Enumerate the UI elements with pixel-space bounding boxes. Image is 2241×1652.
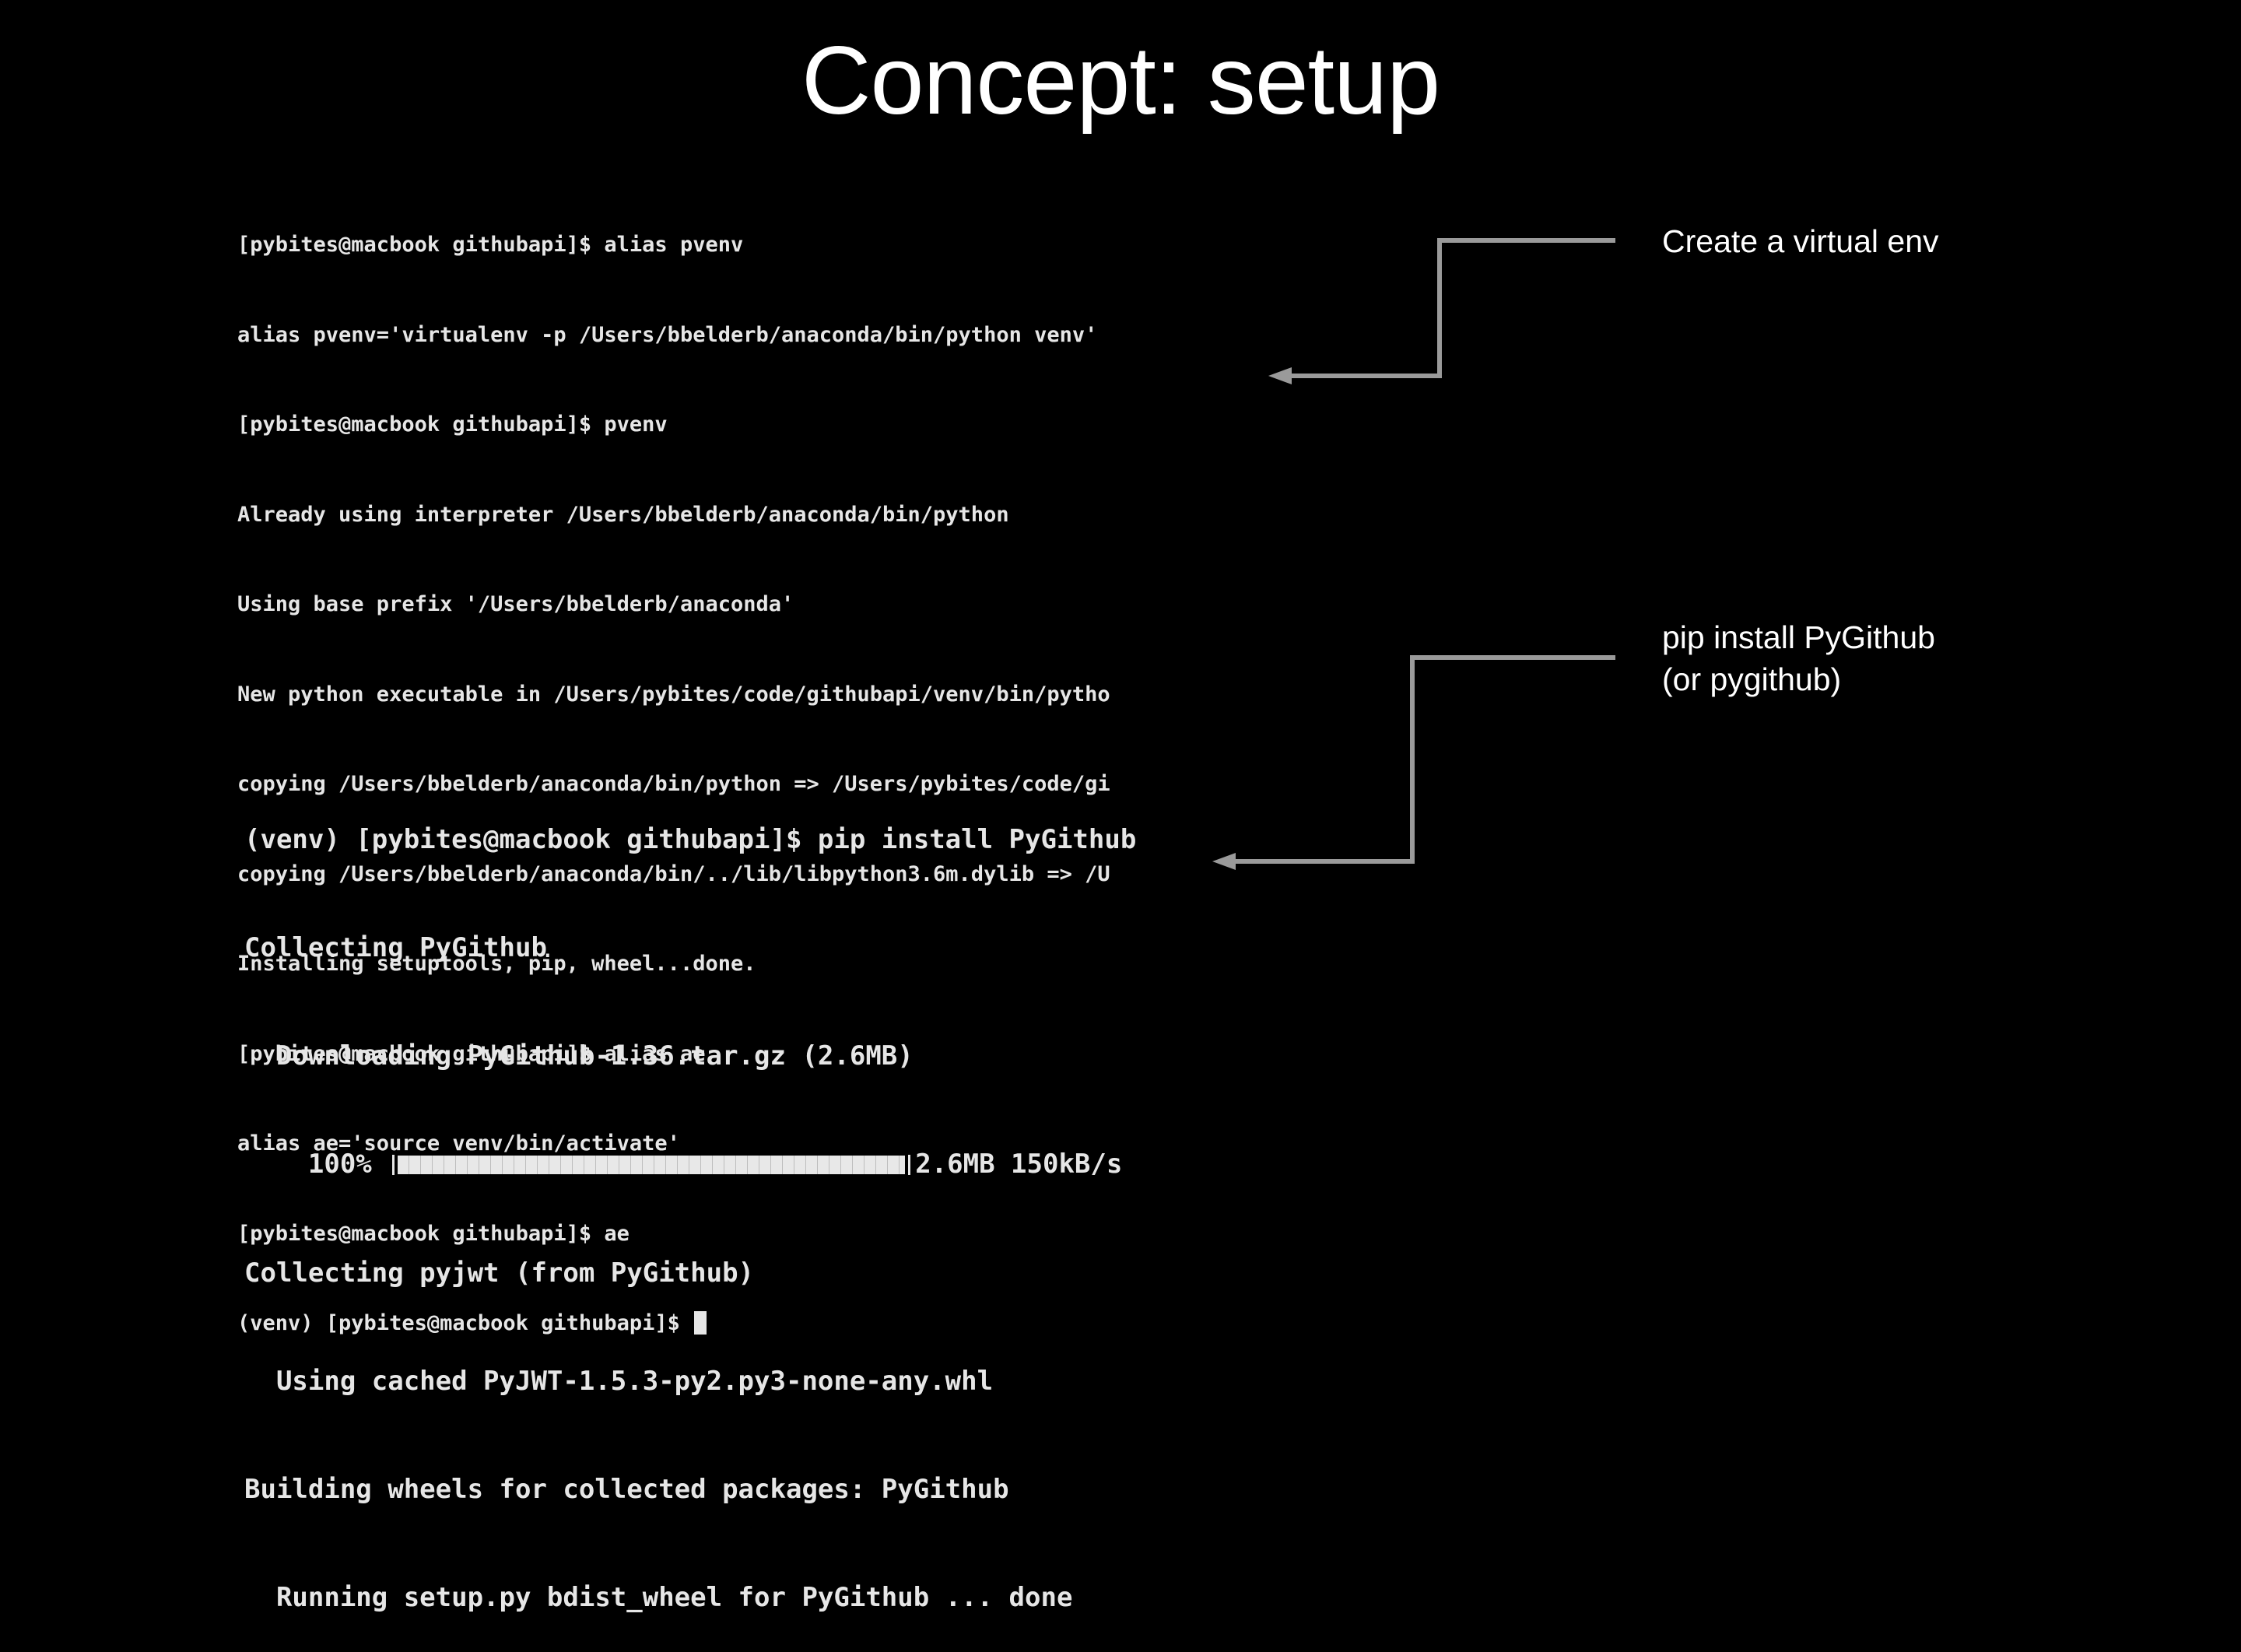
annotation-arrows — [1212, 238, 1615, 870]
progress-percent: 100% — [244, 1149, 388, 1180]
progress-fill — [398, 1156, 906, 1175]
arrow-virtualenv — [1268, 238, 1615, 384]
arrow-pip-install — [1212, 655, 1615, 870]
terminal-line: Running setup.py bdist_wheel for PyGithu… — [244, 1582, 1073, 1614]
terminal-line: Using cached PyJWT-1.5.3-py2.py3-none-an… — [244, 1365, 994, 1397]
arrow-head-icon — [1268, 367, 1292, 384]
terminal-line: Collecting pyjwt (from PyGithub) — [244, 1257, 755, 1289]
terminal-line: Building wheels for collected packages: … — [244, 1474, 1009, 1506]
progress-size-speed: 2.6MB 150kB/s — [915, 1149, 1123, 1180]
download-progress-bar — [392, 1155, 911, 1176]
download-progress-row: 100% 2.6MB 150kB/s — [244, 1146, 1194, 1182]
arrow-head-icon — [1212, 853, 1236, 870]
